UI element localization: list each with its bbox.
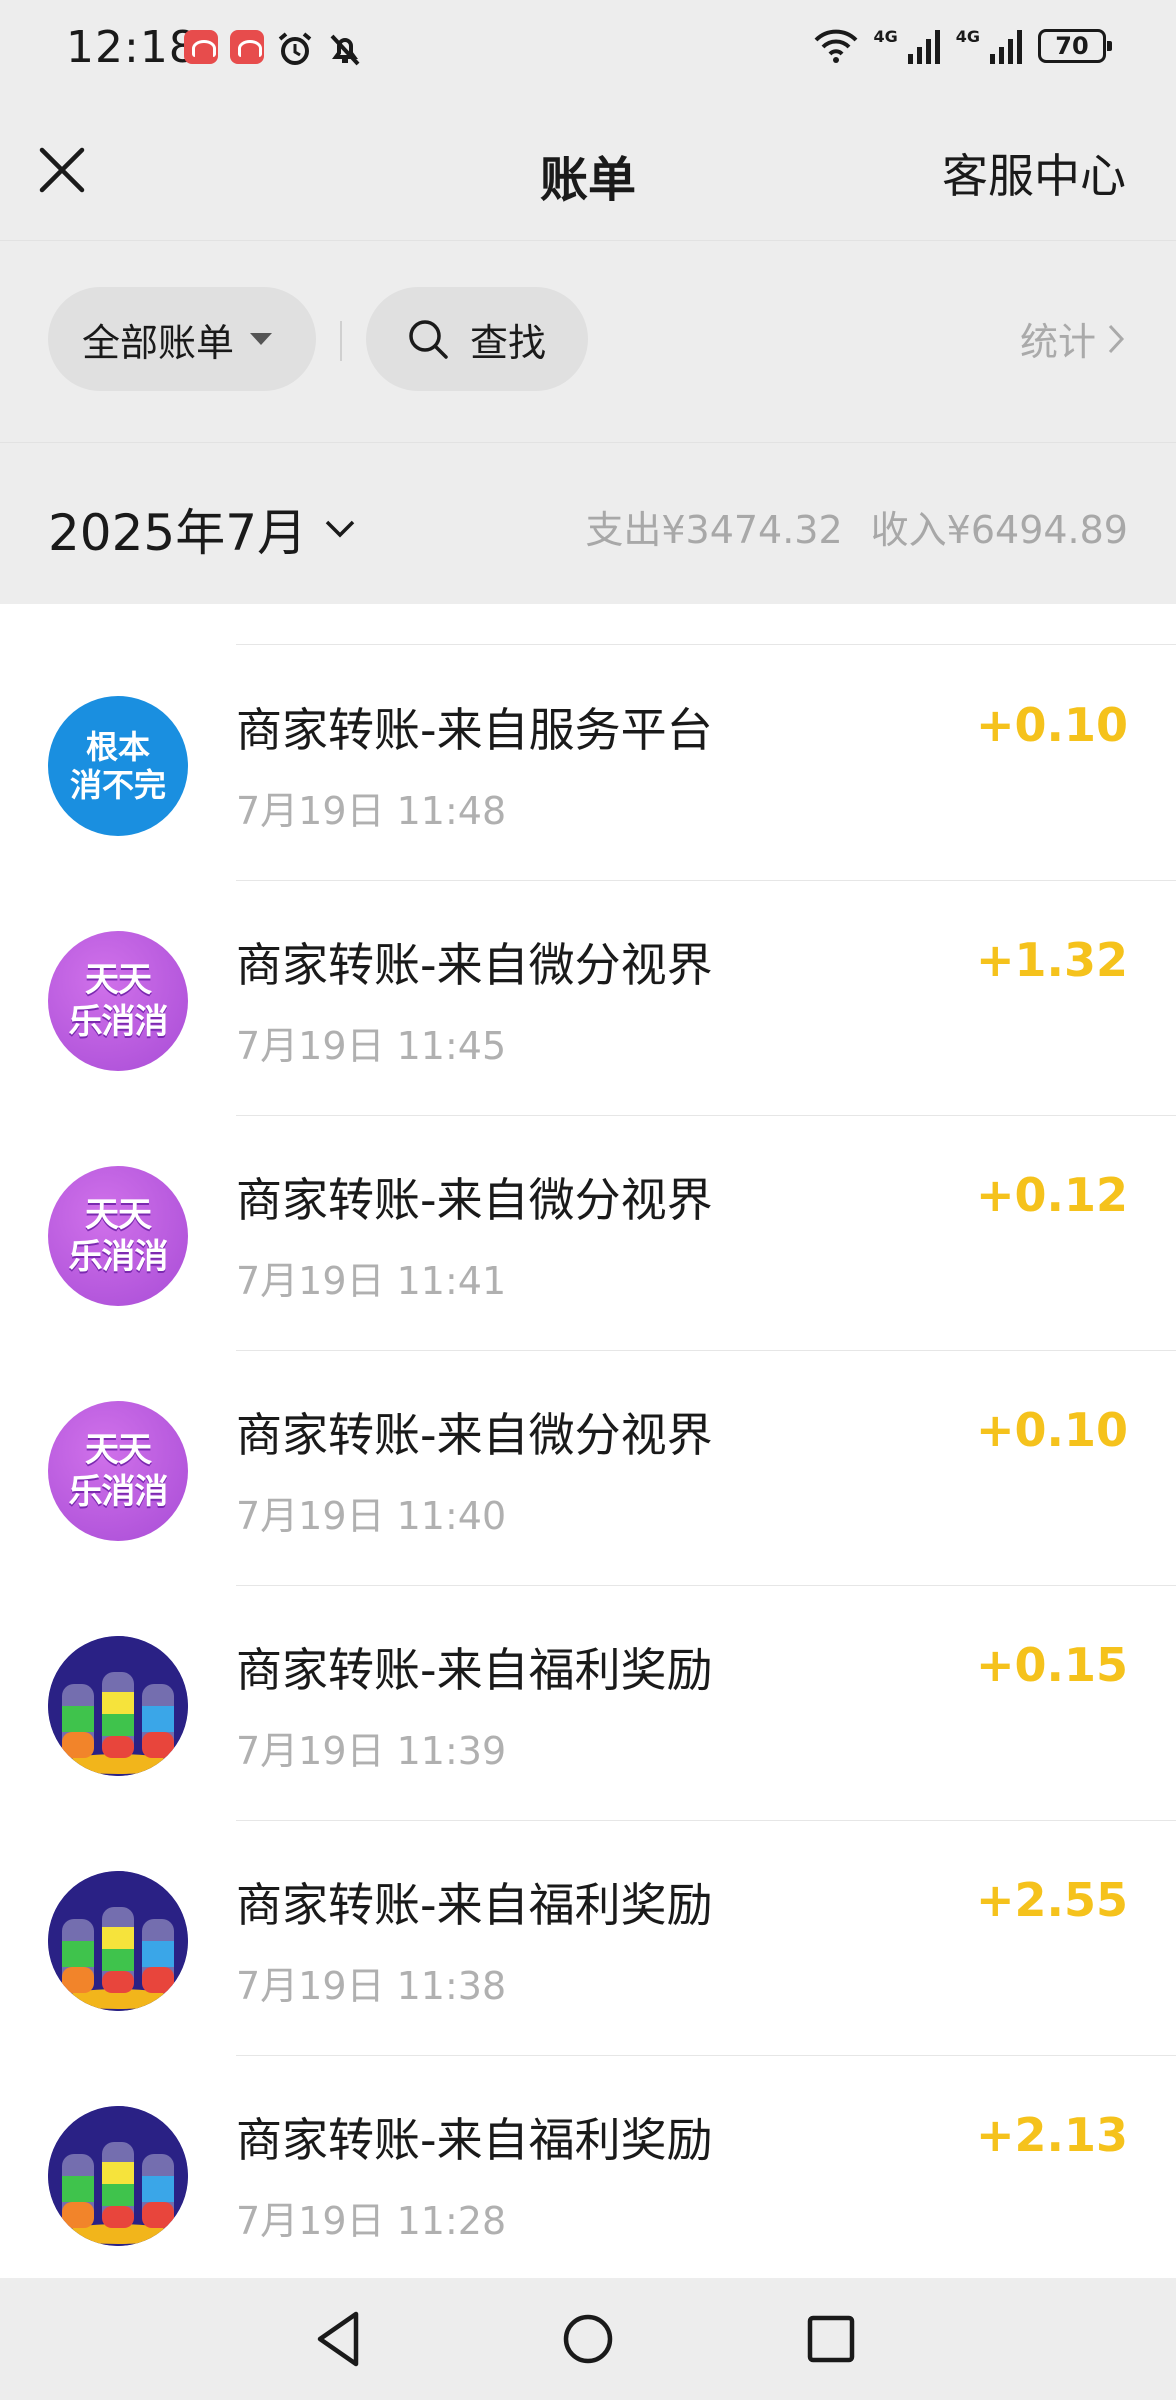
root-clear-app-icon: 根本 消不完 <box>48 696 188 836</box>
statistics-link[interactable]: 统计 <box>1020 311 1126 366</box>
list-item[interactable]: 天天 乐消消 商家转账-来自微分视界 7月19日 11:45 +1.32 <box>0 881 1176 1116</box>
transaction-time: 7月19日 11:40 <box>236 1494 507 1538</box>
transaction-amount: +0.12 <box>975 1168 1128 1222</box>
caret-down-icon <box>250 333 273 345</box>
month-summary-bar: 2025年7月 支出¥3474.32 收入¥6494.89 <box>0 442 1176 604</box>
list-item[interactable]: 天天 乐消消 商家转账-来自微分视界 7月19日 11:40 +0.10 <box>0 1351 1176 1586</box>
notification-icons <box>184 30 364 68</box>
battery-icon: 70 <box>1038 29 1112 63</box>
mute-icon <box>330 34 360 66</box>
transaction-time: 7月19日 11:45 <box>236 1024 507 1068</box>
customer-service-link[interactable]: 客服中心 <box>942 140 1126 206</box>
divider <box>340 321 342 361</box>
chevron-right-icon <box>1108 324 1125 353</box>
transaction-amount: +0.10 <box>975 1403 1128 1457</box>
transaction-title: 商家转账-来自服务平台 <box>236 703 713 757</box>
transaction-list: 根本 消不完 商家转账-来自服务平台 7月19日 11:48 +0.10 天天 乐消… <box>0 604 1176 2278</box>
search-icon <box>409 320 448 359</box>
month-totals: 支出¥3474.32 收入¥6494.89 <box>585 499 1128 554</box>
system-status-icons: 4G 4G 70 <box>813 26 1112 64</box>
transaction-amount: +0.10 <box>975 698 1128 752</box>
transaction-amount: +2.55 <box>975 1873 1128 1927</box>
month-label: 2025年7月 <box>48 504 308 562</box>
transaction-title: 商家转账-来自微分视界 <box>236 1173 713 1227</box>
signal-icon <box>907 30 940 64</box>
back-icon[interactable] <box>308 2306 374 2372</box>
daily-match-app-icon: 天天 乐消消 <box>48 931 188 1071</box>
transaction-title: 商家转账-来自微分视界 <box>236 938 713 992</box>
transaction-time: 7月19日 11:39 <box>236 1729 507 1773</box>
network-type-label: 4G <box>955 26 980 46</box>
statistics-label: 统计 <box>1019 320 1096 364</box>
status-time: 12:18 <box>66 22 198 73</box>
list-item[interactable]: 商家转账-来自福利奖励 7月19日 11:38 +2.55 <box>0 1821 1176 2056</box>
search-label: 查找 <box>470 320 547 365</box>
chevron-down-icon <box>325 520 355 538</box>
daily-match-app-icon: 天天 乐消消 <box>48 1401 188 1541</box>
list-item[interactable]: 根本 消不完 商家转账-来自服务平台 7月19日 11:48 +0.10 <box>0 646 1176 881</box>
list-item[interactable]: 天天 乐消消 商家转账-来自微分视界 7月19日 11:41 +0.12 <box>0 1116 1176 1351</box>
signal-icon <box>990 30 1022 64</box>
transaction-time: 7月19日 11:48 <box>236 789 507 833</box>
huawei-app-icon <box>230 30 264 64</box>
water-sort-game-icon <box>48 2106 188 2246</box>
all-bills-filter-button[interactable]: 全部账单 <box>48 287 316 391</box>
network-type-label: 4G <box>873 26 898 46</box>
transaction-title: 商家转账-来自福利奖励 <box>236 2113 713 2167</box>
transaction-time: 7月19日 11:38 <box>236 1964 507 2008</box>
status-bar: 12:18 4G 4G 70 <box>0 0 1176 100</box>
transaction-title: 商家转账-来自福利奖励 <box>236 1643 713 1697</box>
month-selector[interactable]: 2025年7月 <box>48 493 357 565</box>
alarm-icon <box>278 32 312 65</box>
top-nav: 账单 客服中心 <box>0 100 1176 240</box>
wifi-icon <box>815 29 858 63</box>
home-icon[interactable] <box>555 2306 621 2372</box>
daily-match-app-icon: 天天 乐消消 <box>48 1166 188 1306</box>
search-button[interactable]: 查找 <box>366 287 588 391</box>
transaction-title: 商家转账-来自福利奖励 <box>236 1878 713 1932</box>
transaction-amount: +2.13 <box>975 2108 1128 2162</box>
recent-apps-icon[interactable] <box>798 2306 864 2372</box>
list-item[interactable]: 商家转账-来自福利奖励 7月19日 11:39 +0.15 <box>0 1586 1176 1821</box>
transaction-time: 7月19日 11:28 <box>236 2199 507 2243</box>
water-sort-game-icon <box>48 1636 188 1776</box>
all-bills-label: 全部账单 <box>82 320 235 365</box>
transaction-time: 7月19日 11:41 <box>236 1259 507 1303</box>
huawei-app-icon <box>184 30 218 64</box>
transaction-amount: +1.32 <box>975 933 1128 987</box>
expense-total: 支出¥3474.32 <box>585 508 843 552</box>
water-sort-game-icon <box>48 1871 188 2011</box>
transaction-amount: +0.15 <box>975 1638 1128 1692</box>
income-total: 收入¥6494.89 <box>870 508 1128 552</box>
transaction-title: 商家转账-来自微分视界 <box>236 1408 713 1462</box>
filter-bar: 全部账单 查找 统计 <box>0 240 1176 442</box>
divider <box>236 644 1176 645</box>
list-item[interactable]: 商家转账-来自福利奖励 7月19日 11:28 +2.13 <box>0 2056 1176 2278</box>
system-navigation-bar <box>0 2278 1176 2400</box>
